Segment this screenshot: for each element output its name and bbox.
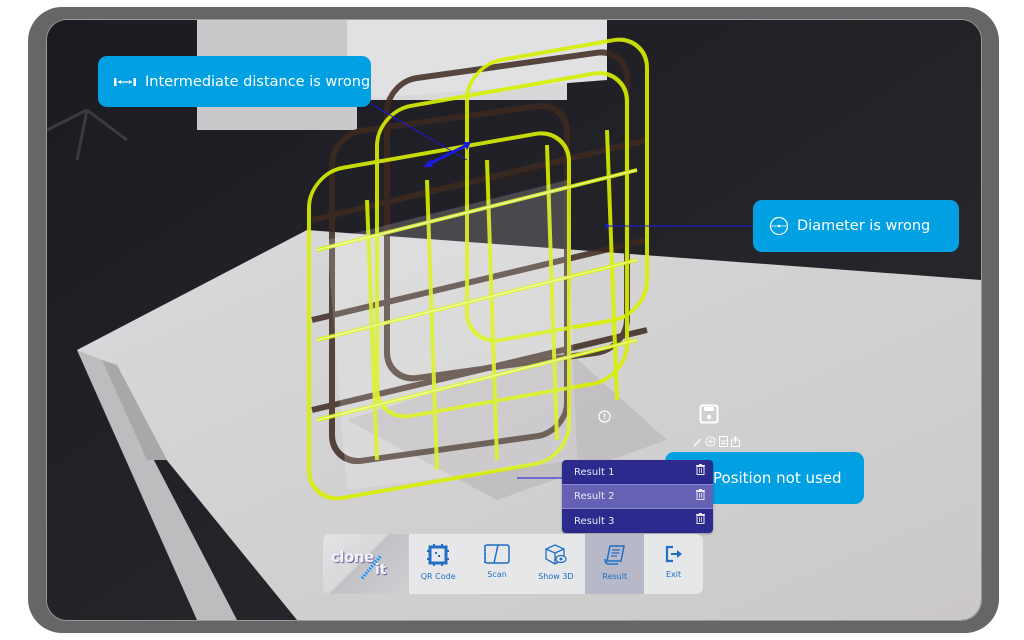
toolbar-label: QR Code [420,572,456,581]
app-logo: clone it [323,534,409,594]
annotation-label: Diameter is wrong [797,218,931,234]
result-icon [603,544,626,566]
logo-text-it: it [375,562,387,578]
exit-icon [664,544,684,564]
main-toolbar: clone it QR Code Scan Show 3D Result Exi… [323,534,703,594]
annotation-intermediate-distance[interactable]: Intermediate distance is wrong [98,56,371,107]
trash-icon[interactable] [696,464,705,478]
result-item-3[interactable]: Result 3 [562,509,713,533]
toolbar-qr-code-button[interactable]: QR Code [409,534,468,594]
annotation-diameter[interactable]: Diameter is wrong [753,200,959,252]
result-label: Result 2 [574,491,615,502]
show-3d-icon [545,544,567,566]
toolbar-label: Show 3D [538,572,574,581]
toolbar-show-3d-button[interactable]: Show 3D [526,534,585,594]
save-icon[interactable] [699,404,719,428]
result-item-1[interactable]: Result 1 [562,460,713,484]
ar-viewport[interactable]: Intermediate distance is wrong Diameter … [47,20,981,620]
trash-icon[interactable] [696,489,705,503]
annotation-label: Intermediate distance is wrong [145,73,371,90]
toolbar-scan-button[interactable]: Scan [468,534,527,594]
toolbar-label: Scan [487,570,507,579]
result-item-2[interactable]: Result 2 [562,484,713,509]
diameter-anchor [605,224,609,228]
pencil-icon[interactable] [693,432,702,451]
distance-icon [113,77,137,87]
toolbar-label: Result [602,572,628,581]
qr-code-icon [427,544,450,566]
add-circle-icon[interactable] [705,432,716,451]
toolbar-result-button[interactable]: Result [585,534,645,594]
logo-text-clone: clone [331,548,374,566]
document-icon[interactable] [719,432,728,451]
diameter-icon [769,216,789,236]
scan-icon [484,544,510,564]
share-icon[interactable] [731,432,740,451]
camera-scene [47,20,981,620]
trash-icon[interactable] [696,513,705,527]
alert-circle-icon[interactable] [598,408,611,427]
result-label: Result 3 [574,515,615,527]
result-label: Result 1 [574,466,615,478]
toolbar-label: Exit [666,570,682,579]
small-actions [693,432,740,451]
results-menu: Result 1 Result 2 Result 3 [562,460,713,533]
toolbar-exit-button[interactable]: Exit [644,534,703,594]
annotation-label: Position not used [713,469,842,487]
